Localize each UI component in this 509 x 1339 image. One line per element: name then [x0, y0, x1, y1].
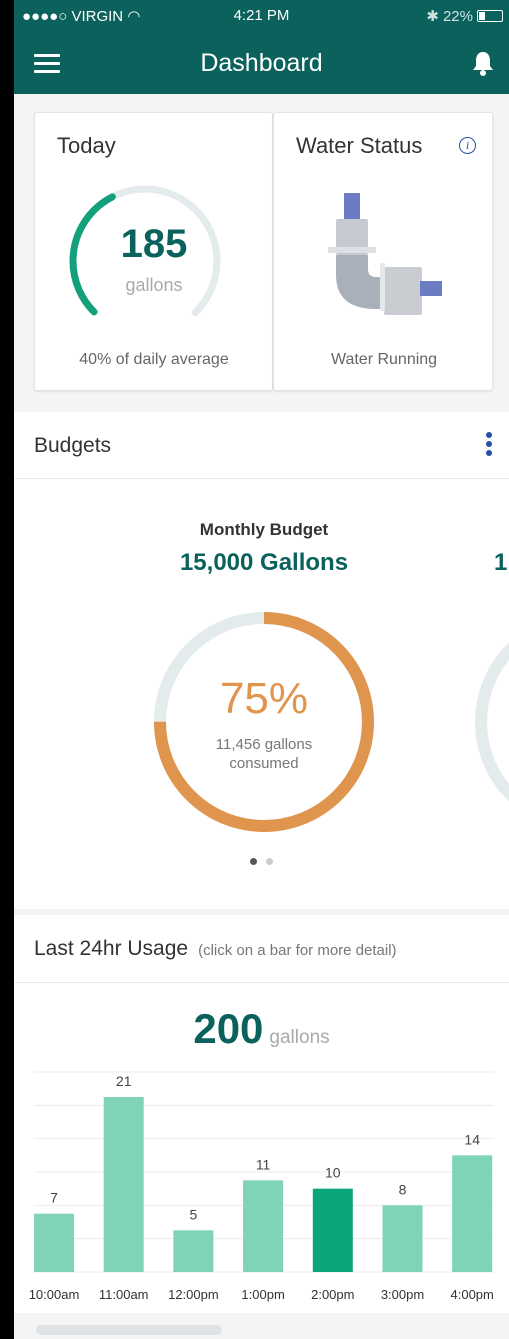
bluetooth-icon: ✱	[426, 8, 439, 25]
usage-total-unit: gallons	[269, 1027, 330, 1048]
usage-title: Last 24hr Usage (click on a bar for more …	[34, 937, 397, 961]
chart-bar[interactable]	[452, 1155, 493, 1272]
chart-bar[interactable]	[34, 1213, 74, 1272]
chart-x-label: 1:00pm	[241, 1287, 284, 1302]
usage-title-text: Last 24hr Usage	[34, 937, 189, 960]
usage-total: 200 gallons	[14, 1005, 509, 1053]
budget-consumed: 11,456 gallons consumed	[14, 735, 509, 773]
status-right: ✱ 22%	[426, 7, 503, 25]
status-bar: ●●●●○ VIRGIN ◠ 4:21 PM ✱ 22%	[14, 0, 509, 30]
budget-label: Monthly Budget	[199, 520, 329, 539]
chart-bar[interactable]	[243, 1180, 284, 1272]
budget-pager	[250, 858, 273, 865]
chart-bar[interactable]	[173, 1230, 214, 1272]
pager-dot-1[interactable]	[250, 858, 257, 865]
battery-icon	[477, 10, 503, 22]
budgets-title: Budgets	[34, 434, 112, 457]
today-title: Today	[57, 133, 116, 158]
chart-value-label: 5	[190, 1206, 198, 1222]
nav-bar: Dashboard	[14, 30, 509, 94]
horizontal-scrollbar[interactable]	[36, 1325, 222, 1335]
budget-consumed-label: consumed	[229, 755, 299, 772]
usage-divider	[14, 982, 509, 983]
water-status-label: Water Running	[330, 351, 438, 368]
chart-x-label: 12:00pm	[168, 1287, 219, 1302]
budgets-divider	[14, 478, 509, 479]
page-title: Dashboard	[200, 49, 323, 77]
chart-bar[interactable]	[103, 1097, 144, 1272]
usage-total-value: 200	[193, 1005, 264, 1052]
chart-value-label: 21	[116, 1073, 132, 1089]
more-options-icon[interactable]	[485, 432, 493, 460]
pager-dot-2[interactable]	[266, 858, 273, 865]
water-status-title: Water Status	[296, 133, 423, 158]
usage-hint: (click on a bar for more detail)	[198, 942, 397, 959]
battery-percent: 22%	[442, 7, 473, 25]
water-status-card[interactable]: Water Status i Water Running	[273, 112, 493, 391]
today-card[interactable]: Today 185 gallons 40% of daily average	[34, 112, 273, 391]
pipe-icon	[328, 193, 442, 315]
budget-percent: 75%	[219, 674, 309, 723]
chart-value-label: 10	[325, 1165, 341, 1181]
chart-value-label: 8	[399, 1181, 407, 1197]
chart-bar[interactable]	[382, 1205, 423, 1272]
usage-bar-chart: 7 10:00am 21 11:00am 5 12:00pm 11 1:00pm 10 2:00p…	[29, 1071, 494, 1302]
budgets-section: Budgets Monthly Budget 15,000 Gallons 1 …	[14, 412, 509, 909]
budget-value: 15,000 Gallons	[179, 549, 349, 576]
bell-icon[interactable]	[471, 50, 495, 76]
chart-value-label: 14	[464, 1131, 480, 1147]
info-icon[interactable]: i	[459, 137, 476, 154]
chart-value-label: 7	[50, 1190, 58, 1206]
today-value: 185	[120, 222, 188, 266]
chart-x-label: 3:00pm	[381, 1287, 424, 1302]
phone-screen: ●●●●○ VIRGIN ◠ 4:21 PM ✱ 22% Dashboard T…	[14, 0, 509, 1339]
chart-value-label: 11	[256, 1156, 271, 1172]
chart-x-label: 11:00am	[99, 1287, 149, 1302]
chart-x-label: 4:00pm	[451, 1287, 494, 1302]
next-budget-peek[interactable]: 1	[494, 549, 507, 577]
today-footer: 40% of daily average	[79, 351, 229, 368]
chart-x-label: 10:00am	[29, 1287, 80, 1302]
budget-consumed-amount: 11,456 gallons	[215, 736, 313, 753]
today-unit: gallons	[125, 275, 183, 295]
chart-x-label: 2:00pm	[311, 1287, 354, 1302]
chart-bar[interactable]	[312, 1188, 353, 1272]
